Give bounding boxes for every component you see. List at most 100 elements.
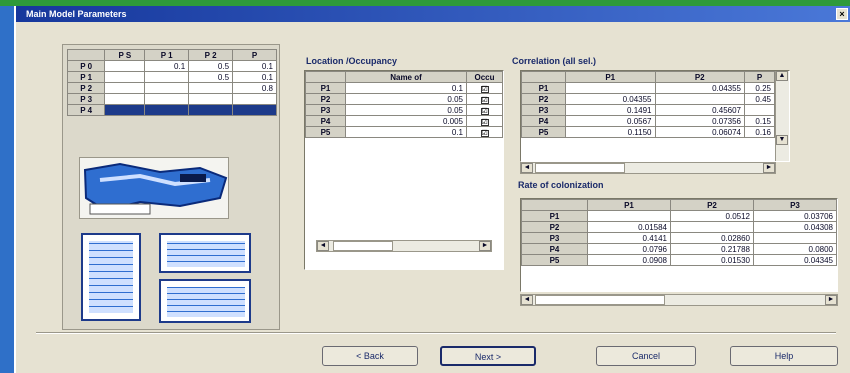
checkbox[interactable]: ☑ (480, 129, 489, 137)
correlation-vertical-scrollbar[interactable]: ▲ ▼ (775, 71, 789, 161)
correlation-cell[interactable]: 0.04355 (565, 93, 656, 105)
rate-cell[interactable] (670, 221, 754, 233)
scroll-left-button[interactable]: ◄ (521, 295, 533, 305)
matrix-cell[interactable] (104, 104, 146, 116)
scrollbar-thumb[interactable] (535, 295, 665, 305)
correlation-horizontal-scrollbar[interactable]: ◄ ► (520, 162, 776, 174)
scrollbar-thumb[interactable] (333, 241, 393, 251)
table-row[interactable]: P3 0.05 ☑ (305, 104, 503, 116)
rate-cell[interactable]: 0.4141 (587, 232, 671, 244)
checkbox[interactable]: ☑ (480, 96, 489, 104)
table-row[interactable]: P 3 (66, 93, 277, 105)
rate-cell[interactable]: 0.21788 (670, 243, 754, 255)
correlation-cell[interactable]: 0.04355 (654, 82, 745, 94)
scroll-up-button[interactable]: ▲ (776, 71, 788, 81)
table-row[interactable]: P1 0.0512 0.03706 (521, 210, 837, 222)
table-row[interactable]: P4 0.005 ☑ (305, 115, 503, 127)
location-value[interactable]: 0.05 (345, 104, 467, 116)
table-row[interactable]: P 0 0.1 0.5 0.1 (66, 60, 277, 72)
rate-horizontal-scrollbar[interactable]: ◄ ► (520, 294, 838, 306)
matrix-cell[interactable] (188, 82, 234, 94)
rate-cell[interactable]: 0.0512 (670, 210, 754, 222)
table-row[interactable]: P1 0.04355 0.25 (521, 82, 775, 94)
rate-cell[interactable]: 0.0800 (753, 243, 837, 255)
table-row[interactable]: P5 0.0908 0.01530 0.04345 (521, 254, 837, 266)
correlation-cell[interactable] (565, 82, 656, 94)
table-row[interactable]: P 1 0.5 0.1 (66, 71, 277, 83)
correlation-cell[interactable]: 0.1150 (565, 126, 656, 138)
table-row[interactable]: P5 0.1150 0.06074 0.16 (521, 126, 775, 138)
rate-cell[interactable]: 0.01584 (587, 221, 671, 233)
matrix-cell[interactable] (144, 82, 190, 94)
matrix-cell[interactable] (104, 93, 146, 105)
close-button[interactable]: × (836, 8, 848, 20)
matrix-cell[interactable] (104, 82, 146, 94)
location-value[interactable]: 0.1 (345, 82, 467, 94)
matrix-cell[interactable]: 0.8 (232, 82, 277, 94)
scroll-down-button[interactable]: ▼ (776, 135, 788, 145)
scroll-left-button[interactable]: ◄ (521, 163, 533, 173)
stage-matrix[interactable]: P S P 1 P 2 P P 0 0.1 0.5 0.1 P 1 0.5 0.… (66, 49, 277, 116)
location-value[interactable]: 0.1 (345, 126, 467, 138)
next-button[interactable]: Next > (440, 346, 536, 366)
table-row[interactable]: P2 0.01584 0.04308 (521, 221, 837, 233)
table-row[interactable]: P3 0.4141 0.02860 (521, 232, 837, 244)
table-row[interactable]: P2 0.04355 0.45 (521, 93, 775, 105)
matrix-cell[interactable] (232, 104, 277, 116)
cancel-button[interactable]: Cancel (596, 346, 696, 366)
location-value[interactable]: 0.05 (345, 93, 467, 105)
checkbox[interactable]: ☑ (480, 107, 489, 115)
matrix-cell[interactable]: 0.1 (144, 60, 190, 72)
correlation-cell[interactable]: 0.25 (744, 82, 775, 94)
rate-cell[interactable]: 0.0908 (587, 254, 671, 266)
table-row[interactable]: P1 0.1 ☑ (305, 82, 503, 94)
rate-cell[interactable]: 0.01530 (670, 254, 754, 266)
rate-cell[interactable]: 0.04308 (753, 221, 837, 233)
matrix-cell[interactable] (188, 104, 234, 116)
rate-cell[interactable]: 0.0796 (587, 243, 671, 255)
matrix-cell[interactable] (188, 93, 234, 105)
matrix-cell[interactable] (104, 71, 146, 83)
table-row[interactable]: P3 0.1491 0.45607 (521, 104, 775, 116)
rate-cell[interactable]: 0.02860 (670, 232, 754, 244)
correlation-cell[interactable] (744, 104, 775, 116)
matrix-cell[interactable] (232, 93, 277, 105)
table-row-selected[interactable]: P 4 (66, 104, 277, 116)
scroll-left-button[interactable]: ◄ (317, 241, 329, 251)
checkbox[interactable]: ☑ (480, 118, 489, 126)
matrix-cell[interactable] (144, 104, 190, 116)
correlation-cell[interactable]: 0.45 (744, 93, 775, 105)
correlation-cell[interactable]: 0.06074 (654, 126, 745, 138)
matrix-cell[interactable]: 0.5 (188, 71, 234, 83)
location-horizontal-scrollbar[interactable]: ◄ ► (316, 240, 492, 252)
table-row[interactable]: P5 0.1 ☑ (305, 126, 503, 138)
correlation-cell[interactable]: 0.45607 (654, 104, 745, 116)
correlation-cell[interactable]: 0.07356 (654, 115, 745, 127)
correlation-table[interactable]: P1 P2 P P1 0.04355 0.25 P2 0.04355 0.45 (521, 71, 775, 138)
checkbox[interactable]: ☑ (480, 85, 489, 93)
correlation-cell[interactable]: 0.0567 (565, 115, 656, 127)
matrix-cell[interactable]: 0.5 (188, 60, 234, 72)
correlation-cell[interactable]: 0.1491 (565, 104, 656, 116)
location-table[interactable]: Name of Occu P1 0.1 ☑ P2 0.05 ☑ P3 0.05 … (305, 71, 503, 138)
table-row[interactable]: P 2 0.8 (66, 82, 277, 94)
scroll-right-button[interactable]: ► (479, 241, 491, 251)
table-row[interactable]: P4 0.0567 0.07356 0.15 (521, 115, 775, 127)
help-button[interactable]: Help (730, 346, 838, 366)
rate-cell[interactable] (587, 210, 671, 222)
matrix-cell[interactable]: 0.1 (232, 71, 277, 83)
correlation-cell[interactable] (654, 93, 745, 105)
matrix-cell[interactable]: 0.1 (232, 60, 277, 72)
correlation-cell[interactable]: 0.16 (744, 126, 775, 138)
scroll-right-button[interactable]: ► (825, 295, 837, 305)
rate-table[interactable]: P1 P2 P3 P1 0.0512 0.03706 P2 0.01584 0.… (521, 199, 837, 266)
rate-cell[interactable]: 0.04345 (753, 254, 837, 266)
table-row[interactable]: P4 0.0796 0.21788 0.0800 (521, 243, 837, 255)
rate-cell[interactable] (753, 232, 837, 244)
table-row[interactable]: P2 0.05 ☑ (305, 93, 503, 105)
correlation-cell[interactable]: 0.15 (744, 115, 775, 127)
matrix-cell[interactable] (144, 71, 190, 83)
matrix-cell[interactable] (104, 60, 146, 72)
scrollbar-thumb[interactable] (535, 163, 625, 173)
location-value[interactable]: 0.005 (345, 115, 467, 127)
